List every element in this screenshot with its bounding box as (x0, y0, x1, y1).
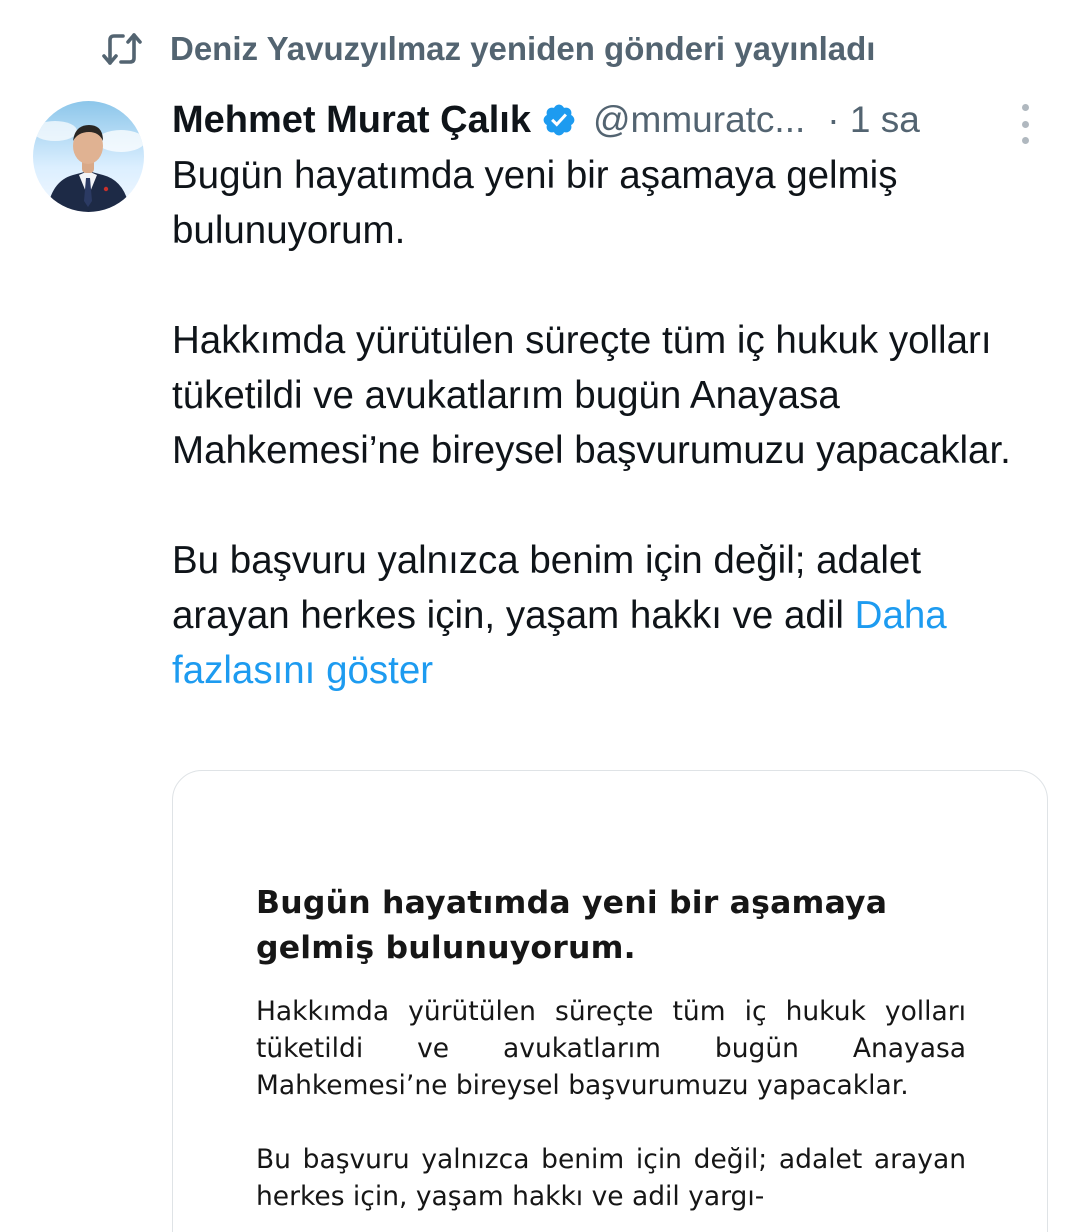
media-statement: Bugün hayatımda yeni bir aşamaya gelmiş … (256, 881, 966, 1232)
more-dot (1021, 120, 1029, 128)
tweet-paragraph-1: Bugün hayatımda yeni bir aşamaya gelmiş … (172, 154, 898, 252)
user-handle[interactable]: @mmuratc... (593, 99, 805, 141)
repost-indicator[interactable]: Deniz Yavuzyılmaz yeniden gönderi yayınl… (100, 26, 875, 72)
display-name[interactable]: Mehmet Murat Çalık (172, 99, 531, 142)
tweet-media-image[interactable]: Bugün hayatımda yeni bir aşamaya gelmiş … (172, 770, 1048, 1232)
more-vertical-icon[interactable] (1010, 104, 1040, 144)
more-dot (1021, 104, 1029, 111)
verified-badge-icon (541, 101, 579, 139)
media-paragraph-2: Bu başvuru yalnızca benim için değil; ad… (256, 1144, 966, 1212)
tweet-header: Mehmet Murat Çalık @mmuratc... · 1 sa (172, 92, 1052, 148)
avatar[interactable] (33, 101, 144, 212)
repost-label: Deniz Yavuzyılmaz yeniden gönderi yayınl… (170, 30, 876, 67)
tweet-paragraph-3-text: Bu başvuru yalnızca benim için değil; ad… (172, 539, 922, 637)
more-dot (1021, 137, 1029, 144)
tweet-page: Deniz Yavuzyılmaz yeniden gönderi yayınl… (0, 0, 1080, 1232)
timestamp[interactable]: · 1 sa (827, 99, 920, 141)
tweet-content: Mehmet Murat Çalık @mmuratc... · 1 sa Bu… (172, 92, 1052, 698)
tweet-paragraph-2: Hakkımda yürütülen süreçte tüm iç hukuk … (172, 319, 1011, 472)
tweet-paragraph-3: Bu başvuru yalnızca benim için değil; ad… (172, 533, 1042, 698)
media-paragraph-1: Hakkımda yürütülen süreçte tüm iç hukuk … (256, 996, 966, 1101)
tweet-text: Bugün hayatımda yeni bir aşamaya gelmiş … (172, 148, 1042, 698)
repost-icon (100, 27, 144, 71)
media-heading: Bugün hayatımda yeni bir aşamaya gelmiş … (256, 885, 888, 966)
